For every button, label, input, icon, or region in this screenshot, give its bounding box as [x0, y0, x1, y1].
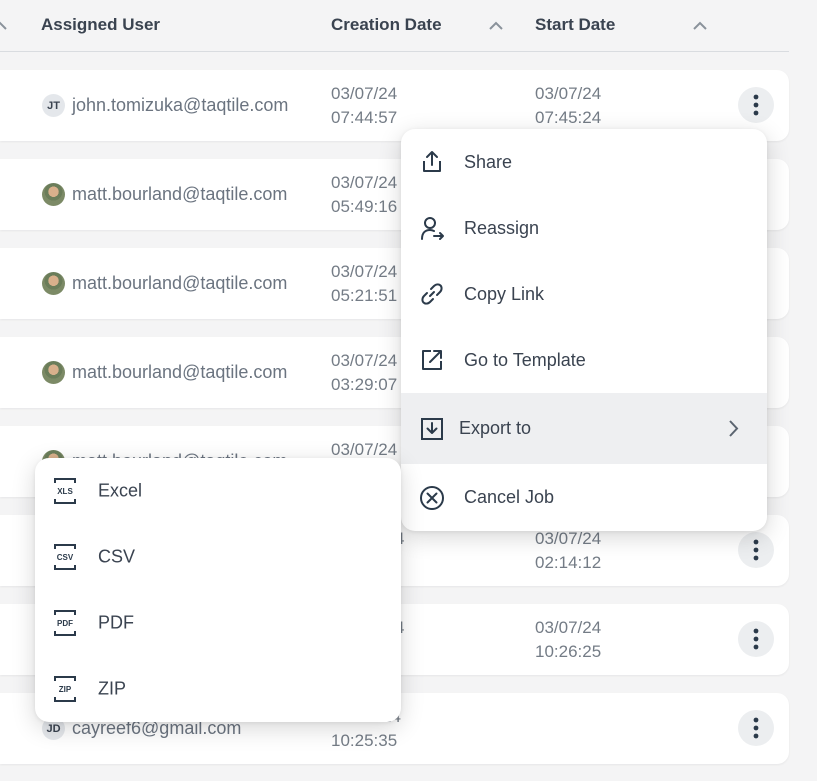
creation-date: 03/07/24	[331, 262, 398, 281]
avatar	[42, 183, 65, 206]
creation-date: 03/07/24	[331, 84, 398, 103]
menu-item-reassign[interactable]: Reassign	[401, 195, 767, 261]
start-date: 03/07/24	[535, 618, 602, 637]
row-context-menu: Share Reassign Copy Link Go to Template …	[401, 129, 767, 531]
export-label: PDF	[98, 612, 134, 633]
csv-file-icon: CSV	[54, 544, 76, 570]
creation-time-cell: 10:25:35	[331, 729, 397, 753]
kebab-icon	[753, 717, 759, 739]
pdf-file-icon: PDF	[54, 610, 76, 636]
menu-item-copy-link[interactable]: Copy Link	[401, 261, 767, 327]
assigned-user-cell: matt.bourland@taqtile.com	[42, 337, 287, 408]
chevron-right-icon	[729, 420, 739, 437]
export-zip[interactable]: ZIP ZIP	[35, 656, 401, 722]
share-icon	[423, 151, 441, 172]
header-creation-date[interactable]: Creation Date	[331, 15, 442, 35]
assigned-user-cell: JT john.tomizuka@taqtile.com	[42, 70, 288, 141]
user-email: john.tomizuka@taqtile.com	[72, 95, 289, 115]
creation-time: 10:25:35	[331, 731, 398, 750]
menu-item-label: Export to	[459, 418, 532, 438]
export-label: Excel	[98, 480, 143, 501]
assigned-user-cell: matt.bourland@taqtile.com	[42, 248, 287, 319]
file-badge: PDF	[57, 619, 73, 628]
menu-item-export-to[interactable]: Export to	[401, 393, 767, 464]
menu-item-label: Share	[464, 151, 513, 172]
export-csv[interactable]: CSV CSV	[35, 524, 401, 590]
open-external-icon	[422, 350, 442, 370]
creation-date-cell: 03/07/24 05:21:51	[331, 260, 397, 308]
creation-date: 03/07/24	[331, 173, 398, 192]
start-date-cell: 03/07/24 10:26:25	[535, 616, 601, 664]
row-actions-button[interactable]	[738, 532, 774, 568]
menu-item-label: Go to Template	[464, 349, 586, 370]
table-header: Assigned User Creation Date Start Date	[0, 0, 789, 52]
avatar	[42, 361, 65, 384]
creation-time: 07:44:57	[331, 108, 398, 127]
creation-date-cell: 03/07/24 07:44:57	[331, 82, 397, 130]
row-actions-button[interactable]	[738, 710, 774, 746]
menu-item-label: Copy Link	[464, 283, 545, 304]
sort-chevron-up-icon[interactable]	[488, 18, 504, 32]
creation-date-cell: 03/07/24 03:29:07	[331, 349, 397, 397]
kebab-icon	[753, 539, 759, 561]
start-date: 03/07/24	[535, 84, 602, 103]
start-time: 10:26:25	[535, 642, 602, 661]
creation-time: 03:29:07	[331, 375, 398, 394]
export-pdf[interactable]: PDF PDF	[35, 590, 401, 656]
export-label: CSV	[98, 546, 136, 567]
start-time: 07:45:24	[535, 108, 602, 127]
sort-chevron-up-icon[interactable]	[0, 18, 8, 32]
user-email: matt.bourland@taqtile.com	[72, 184, 288, 204]
export-submenu: XLS Excel CSV CSV PDF PDF ZIP ZIP	[35, 458, 401, 722]
export-label: ZIP	[98, 678, 127, 699]
zip-file-icon: ZIP	[54, 676, 76, 702]
download-icon	[421, 417, 443, 440]
cancel-icon	[420, 485, 444, 510]
reassign-icon	[421, 217, 444, 240]
file-badge: XLS	[57, 487, 73, 496]
xls-file-icon: XLS	[54, 478, 76, 504]
creation-date-cell: 03/07/24 05:49:16	[331, 171, 397, 219]
assigned-user-cell: matt.bourland@taqtile.com	[42, 159, 287, 230]
avatar: JT	[42, 94, 65, 117]
link-icon	[421, 283, 443, 305]
row-actions-button[interactable]	[738, 621, 774, 657]
kebab-icon	[753, 94, 759, 116]
kebab-icon	[753, 628, 759, 650]
menu-item-go-to-template[interactable]: Go to Template	[401, 327, 767, 393]
row-actions-button[interactable]	[738, 87, 774, 123]
creation-time: 05:49:16	[331, 197, 398, 216]
menu-item-share[interactable]: Share	[401, 129, 767, 195]
menu-item-label: Cancel Job	[464, 487, 555, 507]
start-date-cell: 03/07/24 07:45:24	[535, 82, 601, 130]
menu-item-label: Reassign	[464, 217, 540, 238]
file-badge: CSV	[57, 553, 74, 562]
user-email: matt.bourland@taqtile.com	[72, 362, 288, 382]
avatar	[42, 272, 65, 295]
export-excel[interactable]: XLS Excel	[35, 458, 401, 524]
user-email: matt.bourland@taqtile.com	[72, 273, 288, 293]
file-badge: ZIP	[59, 685, 72, 694]
sort-chevron-up-icon[interactable]	[692, 18, 708, 32]
start-date-cell: 03/07/24 02:14:12	[535, 527, 601, 575]
creation-date: 03/07/24	[331, 351, 398, 370]
menu-item-cancel-job[interactable]: Cancel Job	[401, 464, 767, 531]
header-start-date[interactable]: Start Date	[535, 15, 615, 35]
creation-time: 05:21:51	[331, 286, 398, 305]
header-assigned-user[interactable]: Assigned User	[41, 15, 160, 35]
start-time: 02:14:12	[535, 553, 602, 572]
